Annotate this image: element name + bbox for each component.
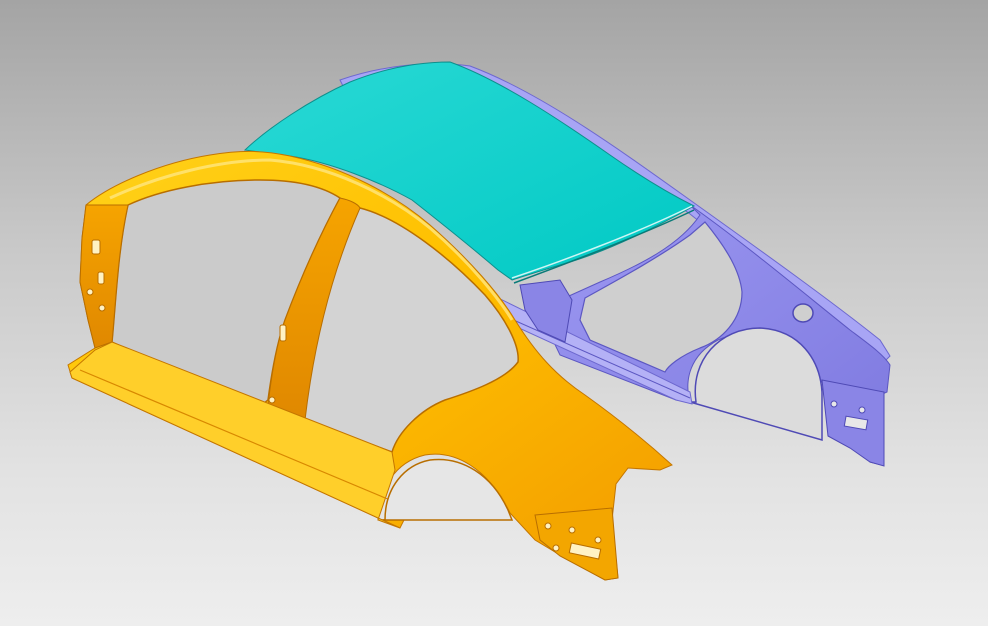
left-tab-hole xyxy=(594,536,602,544)
a-pillar-hole xyxy=(86,288,94,296)
fuel-filler-hole xyxy=(792,303,814,323)
cad-viewport[interactable] xyxy=(0,0,988,626)
a-pillar-slot xyxy=(91,239,101,255)
a-pillar-hole xyxy=(98,304,106,312)
right-tab-hole xyxy=(858,406,866,414)
b-pillar-hole xyxy=(268,396,276,404)
b-pillar-slot xyxy=(279,324,287,342)
car-body-in-white-model[interactable] xyxy=(0,0,988,626)
right-b-pillar-foot xyxy=(519,279,573,343)
left-tab-hole xyxy=(568,526,576,534)
a-pillar-slot xyxy=(97,271,105,285)
left-tab-hole xyxy=(552,544,560,552)
left-tab-hole xyxy=(544,522,552,530)
right-tab-hole xyxy=(830,400,838,408)
